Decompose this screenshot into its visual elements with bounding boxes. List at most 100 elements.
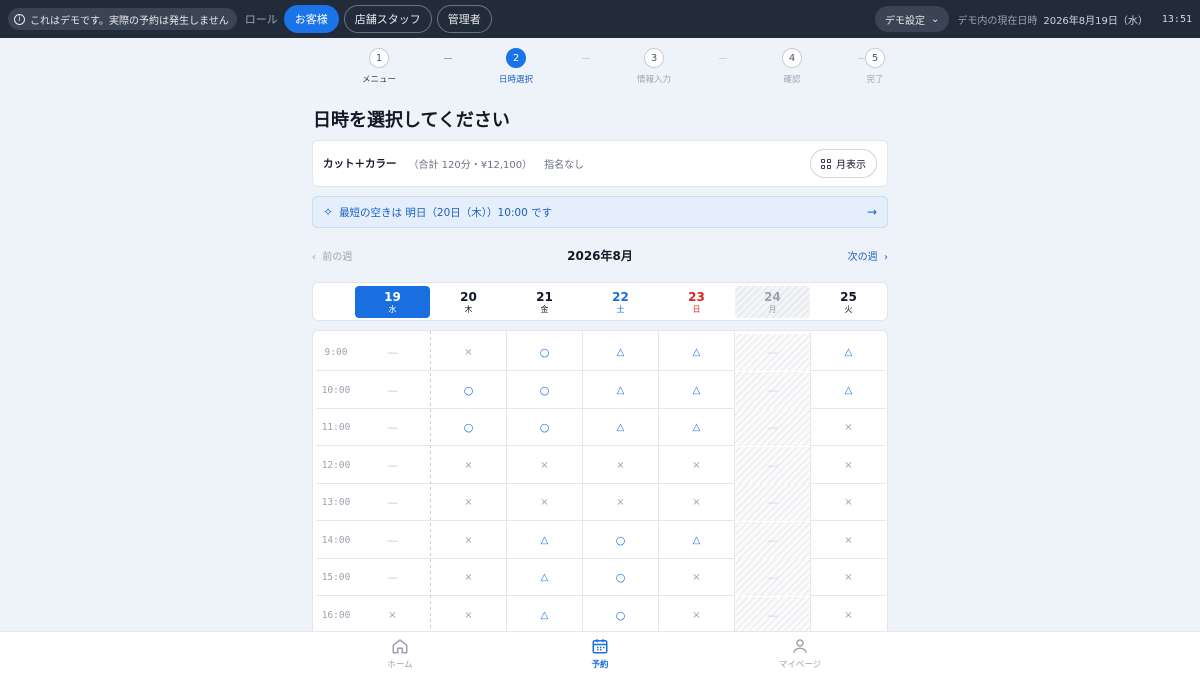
time-label: 13:00 bbox=[321, 497, 351, 508]
slot-cell[interactable]: ○ bbox=[431, 372, 506, 409]
day-number: 20 bbox=[460, 289, 477, 304]
slot-cell[interactable]: ○ bbox=[507, 409, 582, 446]
day-column-19[interactable]: 19 水 bbox=[355, 286, 430, 318]
day-weekday: 金 bbox=[540, 304, 549, 314]
column-divider bbox=[734, 331, 735, 639]
now-time: 13:51 bbox=[1161, 13, 1192, 25]
step-connector bbox=[444, 58, 452, 59]
column-divider bbox=[430, 331, 431, 639]
month-view-button[interactable]: 月表示 bbox=[810, 149, 877, 178]
slot-cell[interactable]: ○ bbox=[583, 559, 658, 596]
role-admin-button[interactable]: 管理者 bbox=[436, 5, 492, 33]
day-header: 19 水 20 木 21 金 22 土 23 日 24 月 25 火 bbox=[312, 282, 888, 321]
slot-cell: × bbox=[464, 572, 473, 583]
day-number: 22 bbox=[612, 289, 629, 304]
chevron-down-icon: ⌄ bbox=[930, 13, 940, 25]
time-label: 14:00 bbox=[321, 534, 351, 546]
slot-cell[interactable]: ○ bbox=[583, 597, 658, 634]
slot-cell[interactable]: ○ bbox=[583, 522, 658, 559]
nav-booking-label: 予約 bbox=[591, 660, 609, 670]
day-number: 25 bbox=[840, 289, 857, 304]
step-info: 3 情報入力 bbox=[614, 48, 694, 85]
step-label: メニュー bbox=[361, 75, 396, 85]
selected-menu-summary: カット＋カラー （合計 120分・¥12,100） 指名なし 月表示 bbox=[312, 140, 888, 187]
slot-cell[interactable]: ○ bbox=[431, 409, 506, 446]
slot-cell: × bbox=[464, 534, 473, 546]
slot-cell: × bbox=[692, 572, 701, 583]
role-label: ロール bbox=[244, 13, 278, 26]
slot-cell[interactable]: △ bbox=[507, 597, 582, 634]
demo-notice: i これはデモです。実際の予約は発生しません bbox=[8, 8, 237, 30]
slot-cell: — bbox=[735, 484, 810, 521]
slot-cell: — bbox=[387, 533, 398, 547]
step-menu: 1 メニュー bbox=[339, 48, 419, 85]
grid-icon bbox=[821, 158, 831, 169]
demo-settings-button[interactable]: デモ設定 ⌄ bbox=[874, 6, 950, 32]
slot-cell[interactable]: ○ bbox=[507, 372, 582, 409]
day-weekday: 水 bbox=[388, 304, 397, 314]
day-column-22[interactable]: 22 土 bbox=[583, 286, 658, 318]
slot-cell[interactable]: △ bbox=[583, 372, 658, 409]
nav-mypage[interactable]: マイページ bbox=[750, 637, 850, 670]
slot-cell[interactable]: ○ bbox=[507, 334, 582, 371]
day-column-25[interactable]: 25 火 bbox=[811, 286, 886, 318]
day-number: 24 bbox=[764, 289, 781, 304]
slot-cell: — bbox=[387, 346, 398, 359]
slot-cell[interactable]: △ bbox=[507, 522, 582, 559]
time-slot-row: 14:00— × △ ○ △ — × bbox=[316, 521, 886, 559]
slot-cell: — bbox=[735, 596, 810, 634]
slot-cell[interactable]: △ bbox=[659, 522, 734, 559]
role-customer-button[interactable]: お客様 bbox=[283, 5, 339, 33]
role-staff-button[interactable]: 店舗スタッフ bbox=[343, 5, 432, 33]
time-slot-row: 10:00— ○ ○ △ △ — △ bbox=[316, 371, 886, 409]
slot-cell[interactable]: △ bbox=[811, 334, 886, 371]
prev-week-label: 前の週 bbox=[322, 251, 353, 263]
slot-cell[interactable]: △ bbox=[507, 559, 582, 596]
slot-cell[interactable]: △ bbox=[659, 372, 734, 409]
next-week-button[interactable]: 次の週 › bbox=[848, 248, 888, 263]
step-number: 2 bbox=[506, 48, 526, 68]
nav-home-label: ホーム bbox=[387, 660, 413, 670]
day-column-20[interactable]: 20 木 bbox=[431, 286, 506, 318]
nav-home[interactable]: ホーム bbox=[350, 637, 450, 670]
slot-cell: × bbox=[540, 497, 549, 508]
booking-stepper: 1 メニュー 2 日時選択 3 情報入力 4 確認 5 完了 bbox=[312, 48, 888, 88]
sparkle-icon: ✧ bbox=[323, 205, 334, 219]
prev-week-button[interactable]: ‹ 前の週 bbox=[312, 248, 352, 263]
day-weekday: 木 bbox=[464, 304, 473, 314]
slot-cell: — bbox=[387, 458, 398, 472]
slot-cell[interactable]: △ bbox=[583, 334, 658, 371]
step-datetime: 2 日時選択 bbox=[476, 48, 556, 85]
time-label: 9:00 bbox=[324, 347, 348, 358]
day-column-21[interactable]: 21 金 bbox=[507, 286, 582, 318]
column-divider bbox=[506, 331, 507, 639]
day-weekday: 日 bbox=[692, 304, 701, 314]
time-slot-row: 13:00 — × × × × — × bbox=[316, 484, 886, 521]
earliest-slot-banner[interactable]: ✧ 最短の空きは 明日（20日（木））10:00 です → bbox=[312, 196, 888, 228]
slot-cell[interactable]: △ bbox=[583, 409, 658, 446]
slot-cell: × bbox=[844, 422, 853, 433]
slot-cell: — bbox=[735, 521, 810, 559]
column-divider bbox=[658, 331, 659, 639]
slot-cell[interactable]: △ bbox=[811, 372, 886, 409]
slot-cell: — bbox=[735, 334, 810, 371]
step-label: 確認 bbox=[783, 75, 801, 85]
top-bar: i これはデモです。実際の予約は発生しません ロール お客様 店舗スタッフ 管理… bbox=[0, 0, 1200, 38]
step-connector bbox=[719, 58, 727, 59]
nav-booking[interactable]: 予約 bbox=[550, 637, 650, 670]
slot-cell[interactable]: △ bbox=[659, 334, 734, 371]
nominee-label: 指名なし bbox=[544, 160, 585, 171]
step-label: 日時選択 bbox=[498, 75, 533, 85]
step-number: 1 bbox=[369, 48, 389, 68]
arrow-right-icon: → bbox=[866, 205, 877, 219]
slot-cell[interactable]: △ bbox=[659, 409, 734, 446]
slot-cell: — bbox=[735, 409, 810, 446]
home-icon bbox=[392, 639, 408, 654]
day-column-23[interactable]: 23 日 bbox=[659, 286, 734, 318]
slot-cell: × bbox=[616, 497, 625, 508]
step-label: 完了 bbox=[866, 75, 884, 85]
demo-settings-label: デモ設定 bbox=[884, 15, 925, 27]
slot-cell: × bbox=[616, 459, 625, 471]
time-slot-row: 12:00 — × × × × — × bbox=[316, 446, 886, 484]
slot-cell: × bbox=[844, 609, 853, 621]
